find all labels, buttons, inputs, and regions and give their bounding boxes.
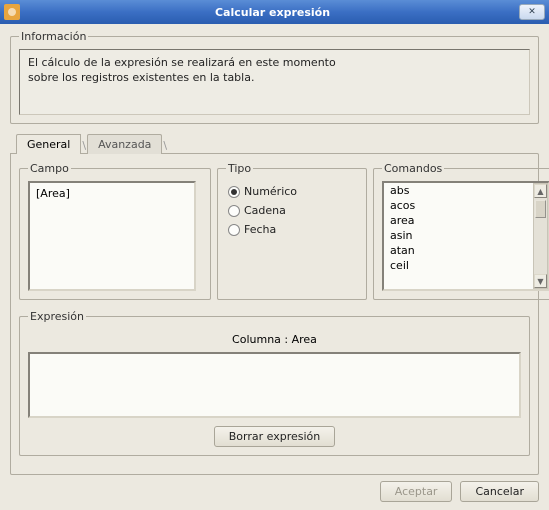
comando-item[interactable]: asin — [384, 228, 548, 243]
comandos-list[interactable]: abs acos area asin atan ceil — [382, 181, 549, 291]
radio-numerico[interactable]: Numérico — [228, 185, 356, 198]
campo-group: Campo [Area] — [19, 162, 211, 300]
comando-item[interactable]: atan — [384, 243, 548, 258]
footer-buttons: Aceptar Cancelar — [10, 481, 539, 502]
informacion-legend: Información — [19, 30, 88, 43]
aceptar-button: Aceptar — [380, 481, 453, 502]
radio-cadena-label: Cadena — [244, 204, 286, 217]
informacion-text: El cálculo de la expresión se realizará … — [19, 49, 530, 115]
tipo-legend: Tipo — [226, 162, 253, 175]
window-title: Calcular expresión — [26, 6, 519, 19]
informacion-group: Información El cálculo de la expresión s… — [10, 30, 539, 124]
comando-item[interactable]: acos — [384, 198, 548, 213]
scrollbar[interactable]: ▲ ▼ — [533, 183, 548, 289]
info-line-2: sobre los registros existentes en la tab… — [28, 71, 521, 86]
radio-fecha[interactable]: Fecha — [228, 223, 356, 236]
radio-fecha-input[interactable] — [228, 224, 240, 236]
titlebar: Calcular expresión ✕ — [0, 0, 549, 24]
tabs: General \ Avanzada \ — [10, 134, 539, 154]
radio-cadena-input[interactable] — [228, 205, 240, 217]
info-line-1: El cálculo de la expresión se realizará … — [28, 56, 521, 71]
tab-panel-general: Campo [Area] Tipo Numérico Cadena — [10, 153, 539, 475]
radio-numerico-input[interactable] — [228, 186, 240, 198]
radio-fecha-label: Fecha — [244, 223, 276, 236]
tab-avanzada[interactable]: Avanzada — [87, 134, 162, 154]
tab-avanzada-label: Avanzada — [98, 138, 151, 151]
campo-item[interactable]: [Area] — [36, 187, 188, 200]
close-icon: ✕ — [528, 7, 536, 17]
tipo-group: Tipo Numérico Cadena Fecha — [217, 162, 367, 300]
close-button[interactable]: ✕ — [519, 4, 545, 20]
window-body: Información El cálculo de la expresión s… — [0, 24, 549, 510]
radio-cadena[interactable]: Cadena — [228, 204, 356, 217]
cancelar-button[interactable]: Cancelar — [460, 481, 539, 502]
comando-item[interactable]: abs — [384, 183, 548, 198]
campo-legend: Campo — [28, 162, 71, 175]
scroll-down-button[interactable]: ▼ — [534, 274, 547, 288]
tab-separator: \ — [82, 139, 86, 152]
scroll-thumb[interactable] — [535, 200, 546, 218]
expresion-column-label: Columna : Area — [28, 333, 521, 346]
campo-list[interactable]: [Area] — [28, 181, 196, 291]
tab-general-label: General — [27, 138, 70, 151]
tab-separator-2: \ — [163, 139, 167, 152]
comandos-legend: Comandos — [382, 162, 444, 175]
tab-general[interactable]: General — [16, 134, 81, 154]
comando-item[interactable]: ceil — [384, 258, 548, 273]
radio-numerico-label: Numérico — [244, 185, 297, 198]
comando-item[interactable]: area — [384, 213, 548, 228]
borrar-expresion-button[interactable]: Borrar expresión — [214, 426, 336, 447]
comandos-group: Comandos abs acos area asin atan ceil ▲ … — [373, 162, 549, 300]
app-icon — [4, 4, 20, 20]
expresion-group: Expresión Columna : Area Borrar expresió… — [19, 310, 530, 456]
expresion-legend: Expresión — [28, 310, 86, 323]
mid-row: Campo [Area] Tipo Numérico Cadena — [19, 162, 530, 306]
scroll-up-button[interactable]: ▲ — [534, 184, 547, 198]
expresion-input[interactable] — [28, 352, 521, 418]
